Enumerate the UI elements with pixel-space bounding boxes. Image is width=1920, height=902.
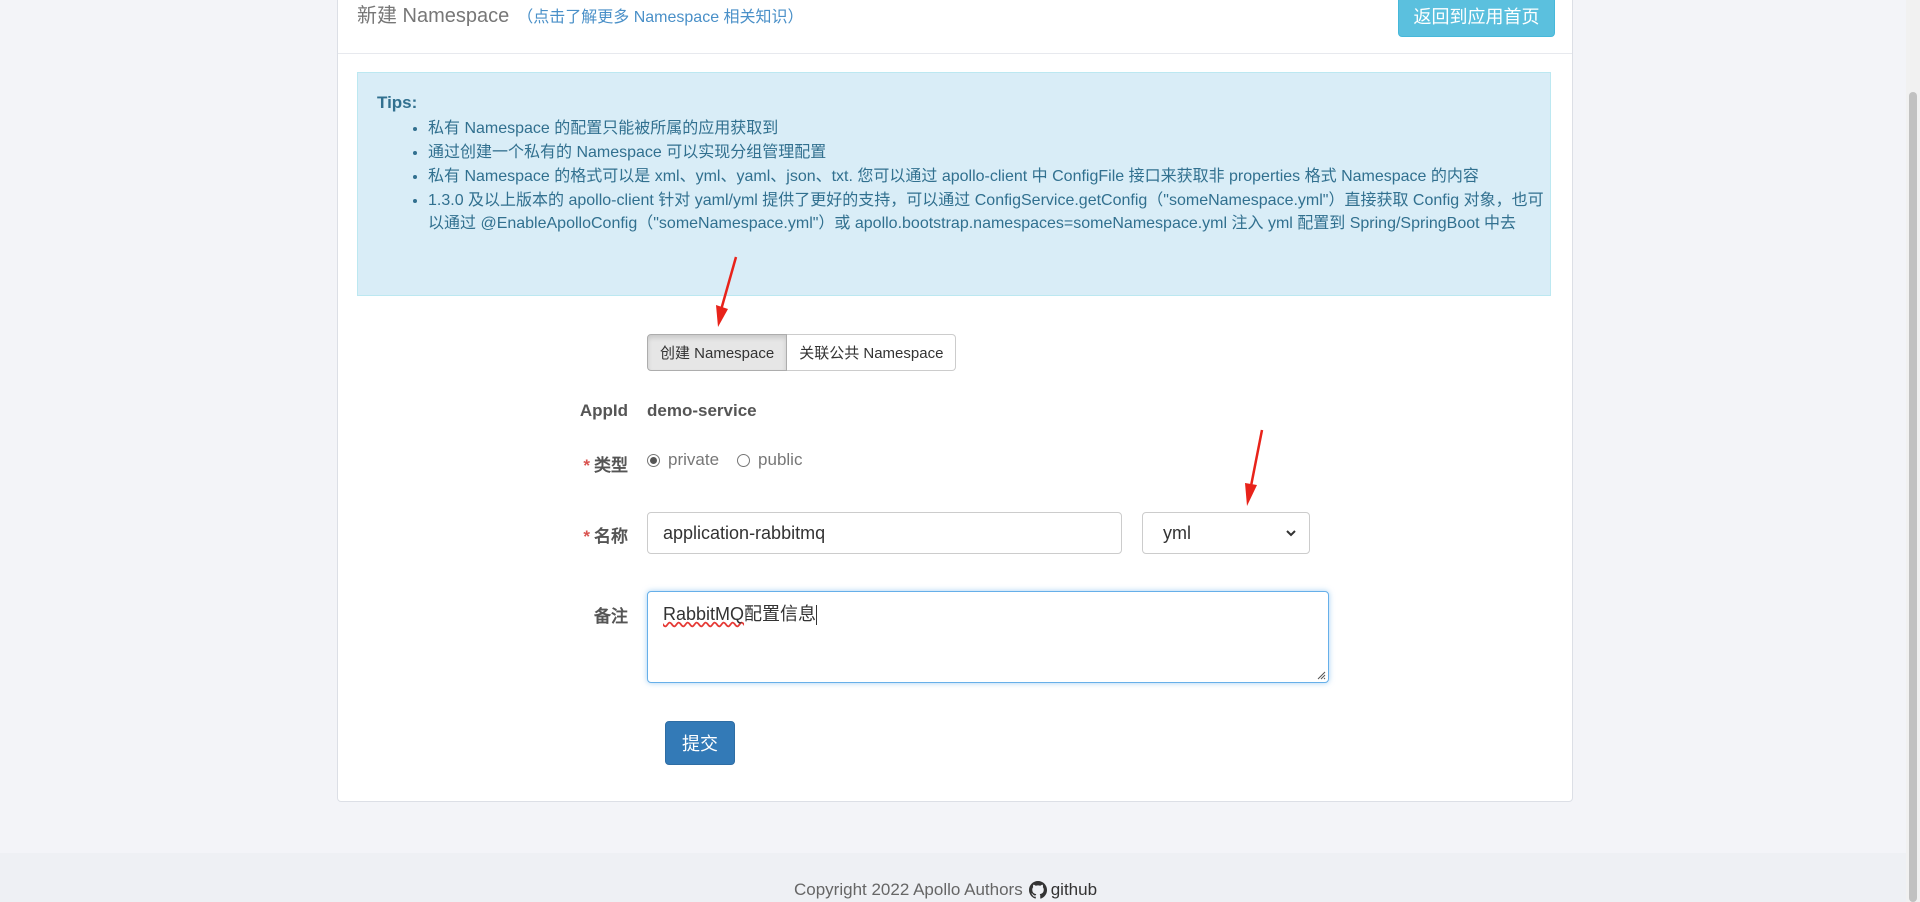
type-radio-group: private public (647, 450, 802, 470)
tip-item: 私有 Namespace 的格式可以是 xml、yml、yaml、json、tx… (428, 165, 1548, 188)
resize-grip-icon[interactable] (1316, 670, 1326, 680)
chevron-down-icon (1286, 530, 1296, 537)
namespace-name-input[interactable] (647, 512, 1122, 554)
tip-item: 私有 Namespace 的配置只能被所属的应用获取到 (428, 117, 1548, 140)
tips-alert: Tips: 私有 Namespace 的配置只能被所属的应用获取到 通过创建一个… (357, 72, 1551, 296)
page-title: 新建 Namespace （点击了解更多 Namespace 相关知识） (357, 0, 804, 28)
tips-list: 私有 Namespace 的配置只能被所属的应用获取到 通过创建一个私有的 Na… (408, 117, 1548, 236)
back-to-app-button[interactable]: 返回到应用首页 (1398, 0, 1555, 37)
copyright-text: Copyright 2022 Apollo Authors (794, 880, 1023, 899)
text-caret (816, 605, 818, 626)
comment-label: 备注 (594, 607, 628, 626)
comment-text: 配置信息 (744, 604, 817, 624)
annotation-arrow (716, 256, 738, 327)
tips-title: Tips: (377, 93, 418, 112)
name-label: 名称 (594, 527, 628, 546)
type-option-public[interactable]: public (758, 450, 802, 470)
help-link[interactable]: （点击了解更多 Namespace 相关知识） (517, 9, 803, 26)
required-mark: * (583, 527, 590, 546)
required-mark: * (583, 456, 590, 475)
radio-unchecked-icon[interactable] (737, 453, 751, 467)
appid-value: demo-service (647, 401, 757, 420)
type-label-wrapper: * 类型 (508, 451, 628, 476)
type-option-private[interactable]: private (668, 450, 719, 470)
submit-button[interactable]: 提交 (665, 721, 735, 765)
format-select[interactable]: yml (1142, 512, 1310, 554)
panel-header: 新建 Namespace （点击了解更多 Namespace 相关知识） 返回到应… (338, 0, 1572, 54)
page-title-text: 新建 Namespace (357, 5, 510, 27)
create-namespace-tab[interactable]: 创建 Namespace (647, 334, 788, 371)
comment-text-misspelled: RabbitMQ (663, 604, 745, 624)
github-icon[interactable] (1028, 881, 1047, 899)
type-label: 类型 (594, 456, 628, 475)
name-label-wrapper: * 名称 (508, 522, 628, 547)
scrollbar-thumb[interactable] (1909, 92, 1917, 902)
annotation-arrow (1245, 429, 1264, 506)
page-scrollbar[interactable] (1906, 0, 1920, 902)
appid-label: AppId (579, 401, 628, 420)
comment-textarea[interactable]: RabbitMQ配置信息 (647, 591, 1329, 683)
format-select-value: yml (1163, 522, 1191, 543)
tip-item: 1.3.0 及以上版本的 apollo-client 针对 yaml/yml 提… (428, 189, 1548, 235)
namespace-mode-toggle: 创建 Namespace 关联公共 Namespace (647, 334, 957, 371)
radio-checked-icon[interactable] (647, 453, 660, 467)
link-public-namespace-tab[interactable]: 关联公共 Namespace (787, 334, 957, 371)
tip-item: 通过创建一个私有的 Namespace 可以实现分组管理配置 (428, 141, 1548, 164)
footer: Copyright 2022 Apollo Authors github (794, 880, 1097, 900)
github-link[interactable]: github (1051, 880, 1097, 900)
